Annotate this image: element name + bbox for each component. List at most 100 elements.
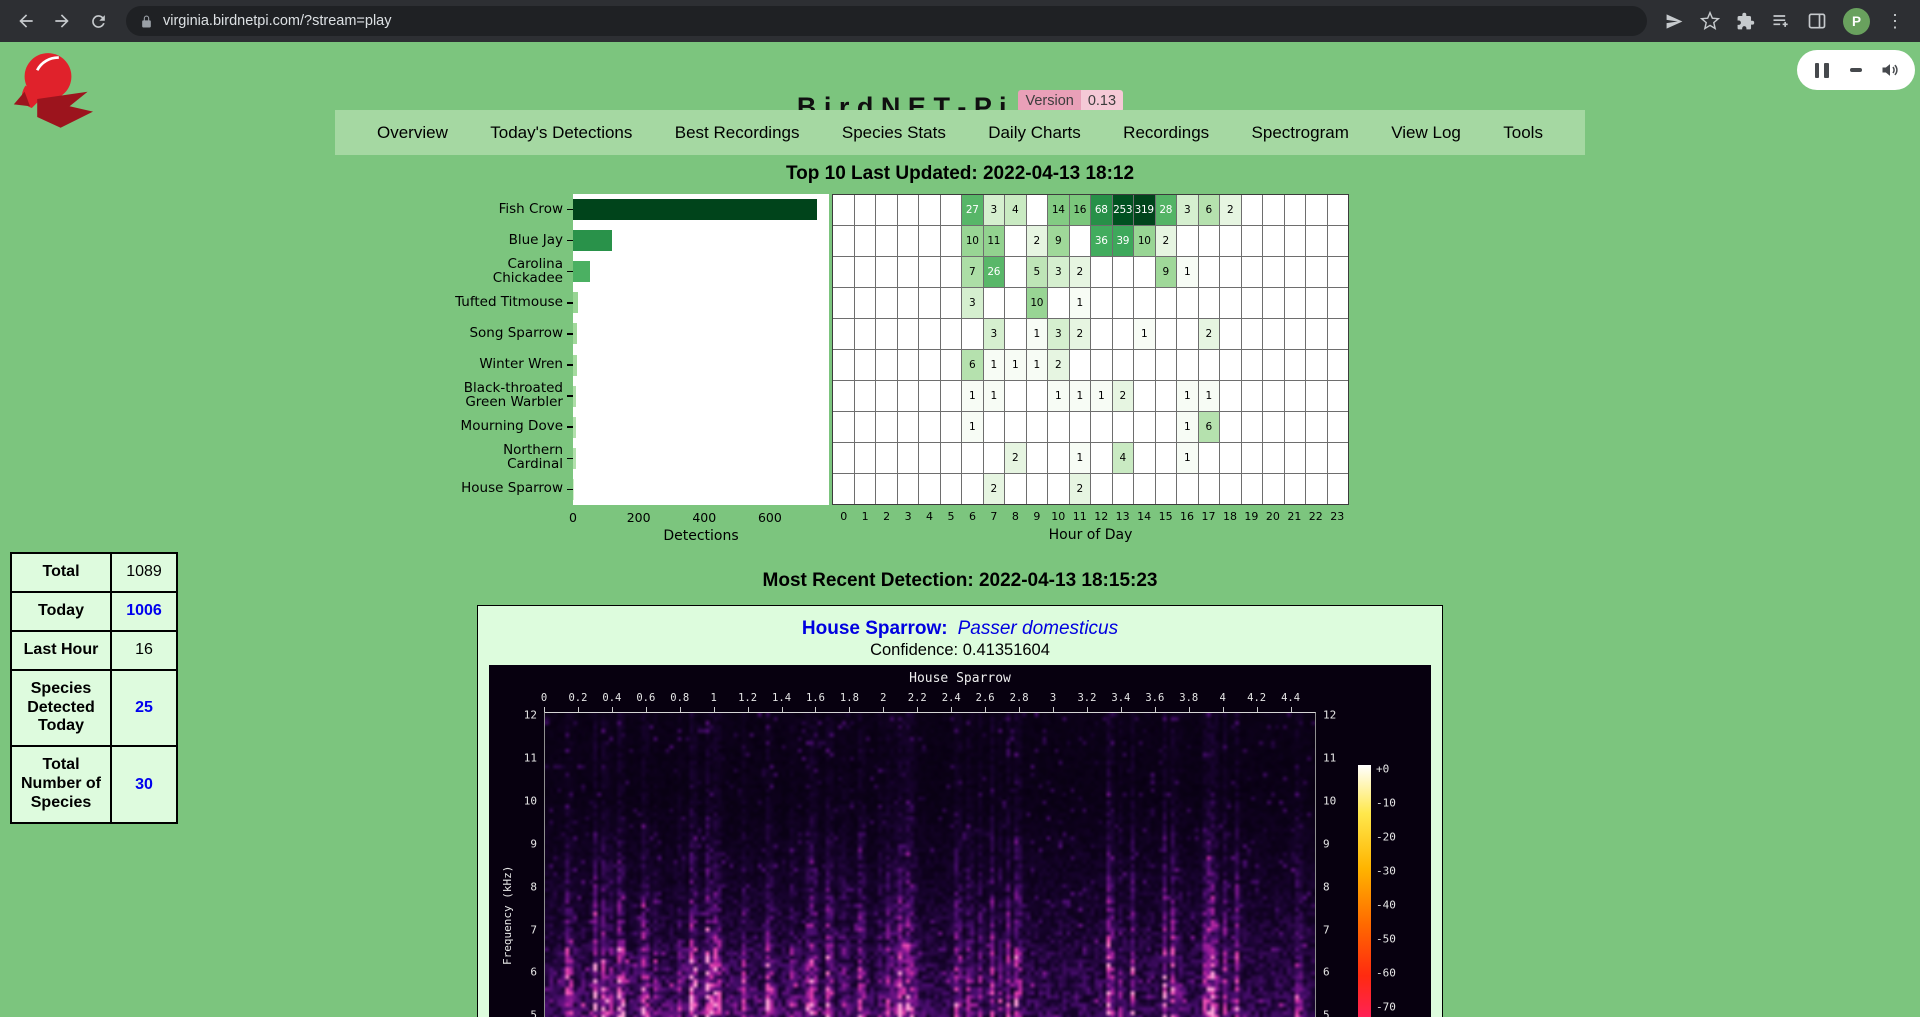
menu-icon[interactable]: ⋮ bbox=[1886, 12, 1904, 30]
heatmap-cell bbox=[1113, 257, 1134, 287]
heatmap-cell bbox=[1134, 350, 1155, 380]
heatmap-cell bbox=[1027, 195, 1048, 225]
spectrogram-time-tick: 4.2 bbox=[1239, 692, 1275, 704]
detection-common-name[interactable]: House Sparrow: bbox=[802, 618, 948, 639]
heatmap-cell: 2 bbox=[1027, 226, 1048, 256]
heatmap-cell bbox=[941, 195, 962, 225]
species-label: Song Sparrow bbox=[469, 327, 563, 341]
spectrogram-freq-tick-right: 10 bbox=[1323, 794, 1363, 807]
nav-item-overview[interactable]: Overview bbox=[377, 123, 448, 143]
heatmap-cell: 1 bbox=[1048, 381, 1069, 411]
nav-item-today-s-detections[interactable]: Today's Detections bbox=[490, 123, 632, 143]
heatmap-cell bbox=[1220, 319, 1241, 349]
nav-item-spectrogram[interactable]: Spectrogram bbox=[1252, 123, 1349, 143]
heatmap-cell bbox=[1005, 288, 1026, 318]
reading-list-icon[interactable] bbox=[1771, 11, 1791, 31]
heatmap-cell bbox=[1306, 257, 1327, 287]
nav-item-tools[interactable]: Tools bbox=[1503, 123, 1543, 143]
heatmap-cell bbox=[898, 319, 919, 349]
heatmap-cell bbox=[1242, 350, 1263, 380]
heatmap-cell bbox=[855, 195, 876, 225]
heatmap-cell bbox=[1328, 195, 1349, 225]
hour-tick: 22 bbox=[1305, 510, 1326, 523]
stats-value[interactable]: 25 bbox=[111, 670, 177, 747]
tick-mark bbox=[714, 707, 715, 712]
species-label: House Sparrow bbox=[461, 482, 563, 496]
heatmap-cell bbox=[1263, 195, 1284, 225]
heatmap-cell bbox=[1199, 443, 1220, 473]
heatmap-cell: 3 bbox=[984, 319, 1005, 349]
heatmap-cell: 2 bbox=[1220, 195, 1241, 225]
heatmap-cell: 1 bbox=[984, 381, 1005, 411]
reload-icon[interactable] bbox=[80, 3, 116, 39]
nav-item-species-stats[interactable]: Species Stats bbox=[842, 123, 946, 143]
version-badge: Version0.13 bbox=[1018, 90, 1123, 112]
hour-tick: 13 bbox=[1112, 510, 1133, 523]
stats-value[interactable]: 30 bbox=[111, 746, 177, 823]
heatmap-cell: 36 bbox=[1091, 226, 1112, 256]
heatmap-cell: 1 bbox=[1005, 350, 1026, 380]
forward-icon[interactable] bbox=[44, 3, 80, 39]
nav-item-view-log[interactable]: View Log bbox=[1391, 123, 1461, 143]
tick-mark bbox=[1019, 707, 1020, 712]
detections-bar bbox=[573, 479, 574, 500]
heatmap-cell bbox=[1091, 474, 1112, 504]
nav-item-daily-charts[interactable]: Daily Charts bbox=[988, 123, 1081, 143]
stats-row: Last Hour16 bbox=[11, 631, 177, 670]
heatmap-cell: 1 bbox=[1070, 288, 1091, 318]
side-panel-icon[interactable] bbox=[1807, 11, 1827, 31]
heatmap-cell: 2 bbox=[1070, 474, 1091, 504]
heatmap-cell bbox=[962, 443, 983, 473]
heatmap-cell: 3 bbox=[962, 288, 983, 318]
heatmap-cell bbox=[1263, 226, 1284, 256]
heatmap-cell: 10 bbox=[1027, 288, 1048, 318]
heatmap-cell bbox=[833, 443, 854, 473]
heatmap-cell bbox=[1242, 226, 1263, 256]
spectrogram-time-tick: 2.6 bbox=[967, 692, 1003, 704]
pause-icon[interactable] bbox=[1812, 63, 1831, 78]
recent-detection-panel: House Sparrow:Passer domesticus Confiden… bbox=[477, 605, 1443, 1017]
hour-tick: 4 bbox=[919, 510, 940, 523]
heatmap-cell: 68 bbox=[1091, 195, 1112, 225]
nav-item-best-recordings[interactable]: Best Recordings bbox=[675, 123, 800, 143]
url-bar[interactable]: virginia.birdnetpi.com/?stream=play bbox=[126, 6, 1647, 36]
heatmap-cell: 3 bbox=[984, 195, 1005, 225]
bookmark-star-icon[interactable] bbox=[1700, 11, 1720, 31]
spectrogram-time-tick: 1.4 bbox=[764, 692, 800, 704]
heatmap-cell: 1 bbox=[1070, 443, 1091, 473]
heatmap-cell bbox=[1005, 226, 1026, 256]
birdnet-pi-page: B i r d N E T - P iVersion0.13 OverviewT… bbox=[0, 42, 1920, 1017]
spectrogram-freq-tick-left: 9 bbox=[497, 837, 537, 850]
extensions-icon[interactable] bbox=[1736, 12, 1755, 31]
hour-tick: 18 bbox=[1219, 510, 1240, 523]
species-label: Fish Crow bbox=[499, 203, 563, 217]
spectrogram-freq-tick-right: 7 bbox=[1323, 923, 1363, 936]
heatmap-cell bbox=[919, 226, 940, 256]
volume-icon[interactable] bbox=[1880, 60, 1900, 80]
spectrogram-time-tick: 0.2 bbox=[560, 692, 596, 704]
tick-mark bbox=[1223, 707, 1224, 712]
profile-avatar[interactable]: P bbox=[1843, 8, 1870, 35]
heatmap-cell bbox=[1027, 474, 1048, 504]
detections-bar bbox=[573, 355, 577, 376]
species-label: Black-throated Green Warbler bbox=[464, 382, 563, 410]
send-icon[interactable] bbox=[1665, 12, 1684, 31]
heatmap-cell: 26 bbox=[984, 257, 1005, 287]
stats-value[interactable]: 1006 bbox=[111, 592, 177, 631]
heatmap-cell bbox=[1220, 350, 1241, 380]
back-icon[interactable] bbox=[8, 3, 44, 39]
heatmap-cell bbox=[1328, 412, 1349, 442]
heatmap-cell bbox=[898, 257, 919, 287]
audio-player[interactable] bbox=[1797, 50, 1915, 90]
heatmap-cell bbox=[833, 381, 854, 411]
nav-item-recordings[interactable]: Recordings bbox=[1123, 123, 1209, 143]
top10-chart: Fish CrowBlue JayCarolina ChickadeeTufte… bbox=[433, 194, 1349, 554]
heatmap-cell bbox=[876, 381, 897, 411]
heatmap-cell bbox=[1220, 288, 1241, 318]
species-label: Carolina Chickadee bbox=[493, 258, 563, 286]
detection-scientific-name[interactable]: Passer domesticus bbox=[958, 618, 1119, 639]
hour-tick: 8 bbox=[1005, 510, 1026, 523]
heatmap-cell: 1 bbox=[1177, 257, 1198, 287]
spectrogram-time-tick: 0 bbox=[526, 692, 562, 704]
heatmap-cell: 6 bbox=[1199, 412, 1220, 442]
